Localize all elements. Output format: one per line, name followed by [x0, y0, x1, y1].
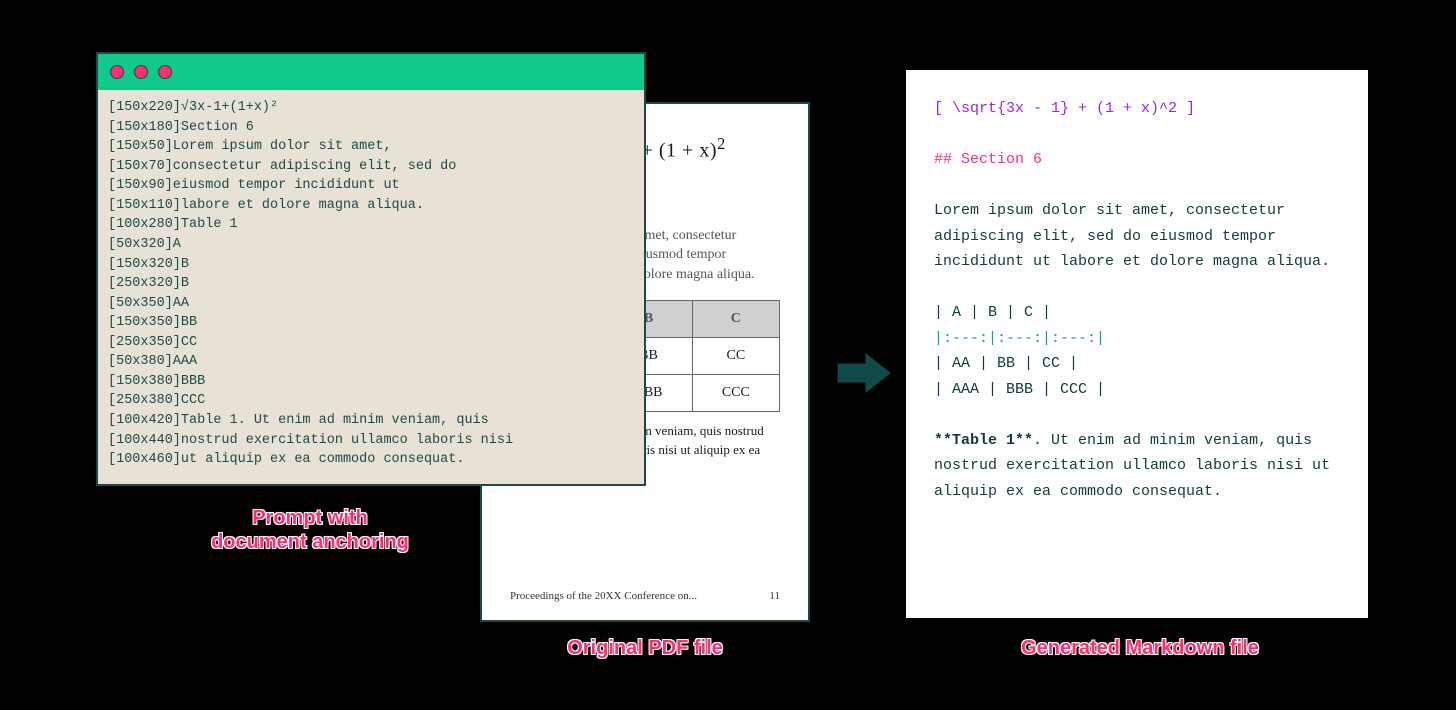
label-markdown: Generated Markdown file [980, 636, 1300, 660]
markdown-output: [ \sqrt{3x - 1} + (1 + x)^2 ] ## Section… [906, 70, 1368, 618]
pdf-td: CC [692, 338, 779, 375]
window-dot [110, 65, 124, 79]
pdf-td: CCC [692, 375, 779, 412]
md-table: | A | B | C ||:---:|:---:|:---:|| AA | B… [934, 300, 1340, 402]
md-latex: [ \sqrt{3x - 1} + (1 + x)^2 ] [934, 96, 1340, 122]
md-caption: **Table 1**. Ut enim ad minim veniam, qu… [934, 428, 1340, 505]
terminal-content: [150x220]√3x-1+(1+x)² [150x180]Section 6… [98, 90, 644, 484]
window-dot [134, 65, 148, 79]
pdf-footer-left: Proceedings of the 20XX Conference on... [510, 590, 697, 602]
pdf-eq-tail: + (1 + x) [636, 140, 717, 162]
md-paragraph: Lorem ipsum dolor sit amet, consectetur … [934, 198, 1340, 275]
window-dot [158, 65, 172, 79]
label-prompt: Prompt withdocument anchoring [180, 506, 440, 554]
terminal-titlebar [98, 54, 644, 90]
prompt-terminal: [150x220]√3x-1+(1+x)² [150x180]Section 6… [96, 52, 646, 486]
pdf-eq-exp: 2 [717, 134, 726, 153]
md-caption-bold: **Table 1** [934, 432, 1033, 449]
pdf-th: C [692, 301, 779, 338]
label-pdf: Original PDF file [530, 636, 760, 660]
arrow-icon [836, 350, 892, 396]
pdf-footer: Proceedings of the 20XX Conference on...… [510, 590, 780, 602]
md-heading: ## Section 6 [934, 147, 1340, 173]
pdf-footer-page: 11 [769, 590, 780, 602]
